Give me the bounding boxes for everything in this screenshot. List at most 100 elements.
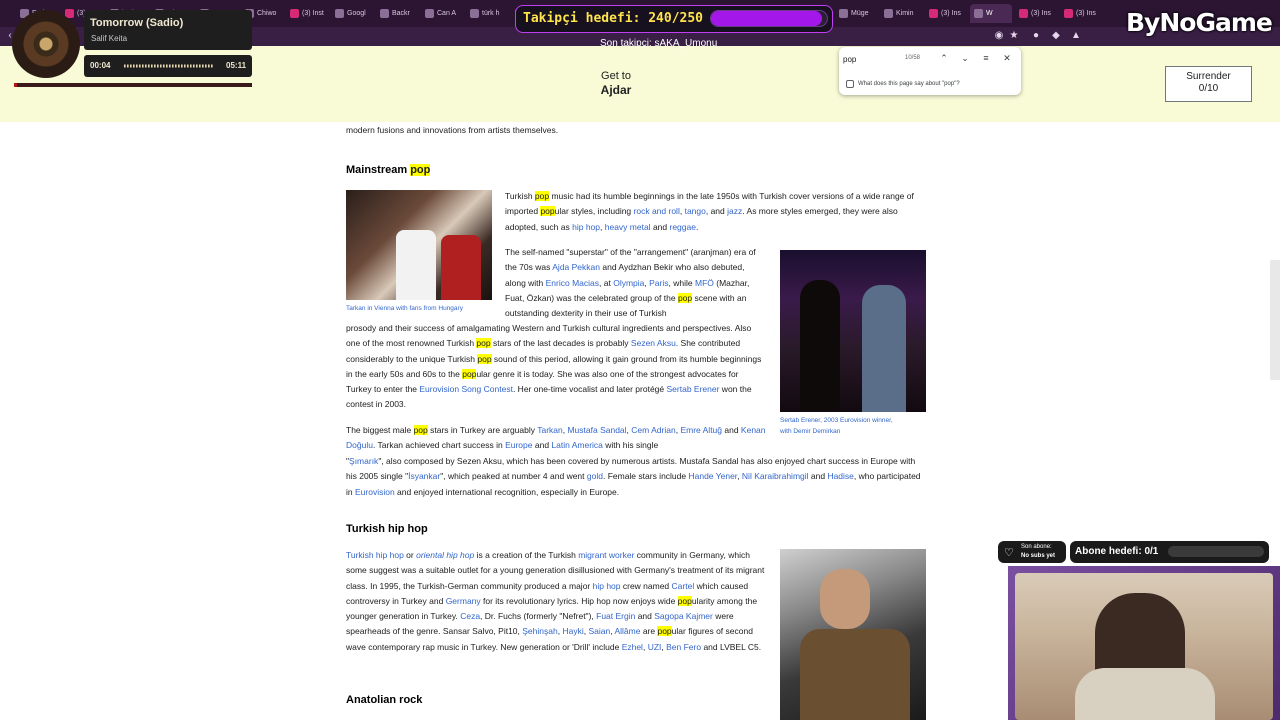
surrender-count: 0/10 [1198,83,1219,94]
time-total: 05:11 [226,61,247,70]
waveform-bar [193,64,195,68]
waveform-bar [136,64,138,68]
sertab-photo[interactable] [780,250,926,412]
page-scrollbar[interactable] [1270,260,1280,380]
waveform-bar [133,64,135,68]
find-options-icon[interactable]: ≡ [980,52,992,64]
waveform-bar [199,64,201,68]
waveform-bar [160,64,162,68]
waveform-bar [142,64,144,68]
song-artist: Salif Keita [91,34,128,43]
follower-goal-text: Takipçi hedefi: 240/250 [523,11,704,26]
waveform-bar [124,64,126,68]
find-ask-text: What does this page say about "pop"? [858,81,960,87]
waveform-bar [139,64,141,68]
waveform-bar [157,64,159,68]
browser-tab[interactable]: Googl [331,4,373,23]
site-favicon-icon [974,9,983,18]
tarkan-photo[interactable] [346,190,492,300]
waveform-bar [208,64,210,68]
music-widget: Tomorrow (Sadio) Salif Keita 00:04 05:11 [0,0,252,88]
paragraph-4: Turkish hip hop or oriental hip hop is a… [346,550,765,652]
waveform-bar [190,64,192,68]
browser-tab[interactable]: Kimin [880,4,922,23]
find-close-button[interactable]: ✕ [1001,52,1013,64]
time-current: 00:04 [90,61,111,70]
waveform-bar [148,64,150,68]
browser-tab-label: Kimin [896,10,914,17]
site-favicon-icon [839,9,848,18]
demir-caption-link[interactable]: with Demir Demirkan [780,428,840,435]
waveform-bar [163,64,165,68]
singer-figure [800,280,840,410]
sertab-caption-link[interactable]: Sertab Erener, 2003 Eurovision winner, [780,417,893,424]
surrender-label: Surrender [1186,71,1231,82]
extension-icon[interactable]: ● [1030,30,1042,42]
waveform-bar [196,64,198,68]
streamer-shirt [1075,668,1215,720]
find-ask-ai[interactable]: What does this page say about "pop"? [846,80,960,88]
find-next-button[interactable]: ⌄ [959,52,971,64]
sub-goal-bar [1168,546,1264,557]
waveform-bar [175,64,177,68]
paragraph-2b: prosody and their success of amalgamatin… [346,323,762,410]
brand-name: ByNoGame [1126,8,1273,37]
rapper-jacket [800,629,910,720]
bookmark-star-icon[interactable]: ★ [1008,30,1020,42]
surrender-button[interactable]: Surrender 0/10 [1165,66,1252,102]
find-input[interactable] [843,51,939,67]
browser-tab-label: Chiwo [257,10,277,17]
browser-tab[interactable]: W [970,4,1012,23]
browser-tab[interactable]: türk h [466,4,508,23]
last-follower-text: Son takipçi: sAKA_Umonu [600,38,718,49]
waveform-icon [124,64,213,68]
sub-goal-text: Abone hedefi: 0/1 [1075,546,1159,557]
extension-icon[interactable]: ◆ [1050,30,1062,42]
browser-tab-label: Müge [851,10,869,17]
song-title: Tomorrow (Sadio) [90,17,184,29]
extension-icon[interactable]: ◉ [993,30,1005,42]
browser-tab-label: (3) Ins [1076,10,1096,17]
site-favicon-icon [335,9,344,18]
ai-icon [846,80,854,88]
heart-icon: ♡ [1004,547,1014,559]
rapper-face [820,569,870,629]
site-favicon-icon [470,9,479,18]
rapper-photo[interactable] [780,549,926,720]
album-disc-icon [12,10,80,78]
paragraph-2a: The self-named "superstar" of the "arran… [505,247,756,319]
section-heading-mainstream: Mainstream pop [346,164,431,176]
waveform-bar [172,64,174,68]
extension-icon[interactable]: ▲ [1070,30,1082,42]
waveform-bar [130,64,132,68]
waveform-bar [211,64,213,68]
waveform-bar [127,64,129,68]
webcam-feed [1015,573,1273,720]
waveform-bar [184,64,186,68]
browser-tab-label: W [986,10,993,17]
browser-tab[interactable]: (3) Ins [1015,4,1057,23]
tarkan-caption-link[interactable]: Tarkan in Vienna with fans from Hungary [346,305,463,312]
waveform-bar [154,64,156,68]
waveform-bar [178,64,180,68]
paragraph-3a: The biggest male pop stars in Turkey are… [346,425,766,451]
tarkan-caption: Tarkan in Vienna with fans from Hungary [346,303,463,314]
browser-tab[interactable]: (3) Inst [286,4,328,23]
paragraph-3b: "Şımarık", also composed by Sezen Aksu, … [346,456,921,497]
browser-tab[interactable]: Backr [376,4,418,23]
site-favicon-icon [425,9,434,18]
sertab-caption: Sertab Erener, 2003 Eurovision winner, wi… [780,415,926,437]
find-match-count: 10/58 [905,55,921,61]
browser-tab-label: (3) Ins [941,10,961,17]
waveform-bar [169,64,171,68]
follower-goal-fill [711,11,823,26]
goal-label: Get to [601,70,631,82]
browser-tab[interactable]: Müge [835,4,877,23]
browser-tab-label: (3) Ins [1031,10,1051,17]
find-previous-button[interactable]: ⌃ [938,52,950,64]
browser-tab[interactable]: (3) Ins [925,4,967,23]
instagram-icon [290,9,299,18]
browser-tab[interactable]: Can A [421,4,463,23]
find-bar: 10/58 ⌃ ⌄ ≡ ✕ What does this page say ab… [839,47,1021,95]
fan-shirt [441,235,481,300]
